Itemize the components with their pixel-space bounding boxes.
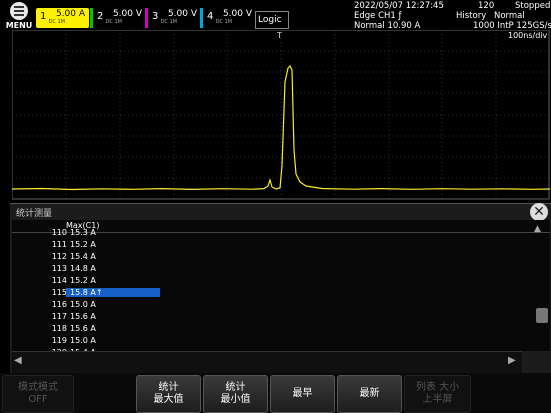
softkey-2[interactable]: 统计 最大值 bbox=[136, 375, 201, 413]
table-row[interactable]: 115 15.8 A↑ bbox=[12, 288, 510, 300]
menu-label: MENU bbox=[5, 21, 33, 30]
row-index: 118 bbox=[51, 324, 67, 333]
row-max-value: 15.6 A bbox=[70, 324, 96, 333]
softkey-6: 列表 大小 上半屏 bbox=[404, 375, 471, 413]
channel-3-coupling: DC 1M bbox=[160, 19, 177, 25]
menu-icon bbox=[10, 2, 28, 20]
run-state: Stopped bbox=[515, 1, 551, 11]
row-max-value: 15.4 A bbox=[70, 252, 96, 261]
waveform-display[interactable]: I T bbox=[12, 30, 550, 200]
horizontal-scrollbar[interactable] bbox=[12, 351, 522, 373]
graticule-border bbox=[12, 30, 550, 200]
trigger-position-marker[interactable]: T bbox=[276, 31, 282, 40]
softkey-line2: OFF bbox=[28, 394, 48, 405]
channel-1-scale: 5.00 A bbox=[55, 9, 85, 19]
row-max-value: 15.2 A bbox=[70, 240, 96, 249]
scroll-right-icon[interactable]: ▶ bbox=[508, 355, 516, 366]
table-row[interactable]: 118 15.6 A bbox=[12, 324, 510, 336]
statistics-title: 统计测量 bbox=[16, 209, 53, 219]
table-row[interactable]: 117 15.6 A bbox=[12, 312, 510, 324]
scroll-left-icon[interactable]: ◀ bbox=[14, 355, 22, 366]
row-max-value: 15.0 A bbox=[70, 336, 96, 345]
timebase-label: 100ns/div bbox=[508, 31, 548, 40]
trigger-mode: Normal bbox=[494, 11, 525, 21]
acquisition-count: 120 bbox=[478, 1, 495, 11]
table-row[interactable]: 112 15.4 A bbox=[12, 252, 510, 264]
row-index: 115 bbox=[51, 288, 67, 297]
datetime: 2022/05/07 12:27:45 bbox=[354, 1, 444, 11]
channel-2-coupling: DC 1M bbox=[105, 19, 122, 25]
channel-2-number: 2 bbox=[97, 11, 104, 22]
channel-3-scale: 5.00 V bbox=[167, 9, 197, 19]
row-max-value: 14.8 A bbox=[70, 264, 96, 273]
row-max-value: 15.6 A bbox=[70, 312, 96, 321]
row-index: 112 bbox=[51, 252, 67, 261]
softkey-line1: 模式模式 bbox=[18, 382, 58, 393]
vertical-scrollbar-thumb[interactable] bbox=[536, 308, 548, 323]
channel-2-scale: 5.00 V bbox=[112, 9, 142, 19]
row-index: 114 bbox=[51, 276, 67, 285]
table-row[interactable]: 111 15.2 A bbox=[12, 240, 510, 252]
channel-4-number: 4 bbox=[207, 11, 214, 22]
softkey-line1: 最新 bbox=[359, 388, 380, 399]
channel-4-coupling: DC 1M bbox=[215, 19, 232, 25]
row-max-value: 15.8 A↑ bbox=[66, 288, 160, 297]
table-row[interactable]: 116 15.0 A bbox=[12, 300, 510, 312]
table-row[interactable]: 114 15.2 A bbox=[12, 276, 510, 288]
channel-3-number: 3 bbox=[152, 11, 159, 22]
close-icon[interactable]: ✕ bbox=[530, 203, 548, 221]
channel-1-number: 1 bbox=[40, 11, 47, 22]
row-index: 111 bbox=[51, 240, 67, 249]
softkey-3[interactable]: 统计 最小值 bbox=[203, 375, 268, 413]
row-max-value: 15.3 A bbox=[70, 228, 96, 237]
row-index: 117 bbox=[51, 312, 67, 321]
row-index: 110 bbox=[51, 228, 67, 237]
channel-1-trace bbox=[12, 64, 550, 191]
scroll-up-icon[interactable]: ▲ bbox=[534, 224, 541, 234]
row-index: 116 bbox=[51, 300, 67, 309]
row-max-value: 15.2 A bbox=[70, 276, 96, 285]
softkey-5[interactable]: 最新 bbox=[337, 375, 402, 413]
channel-3-indicator[interactable]: 3 5.00 V DC 1M bbox=[145, 8, 201, 28]
row-max-value: 15.0 A bbox=[70, 300, 96, 309]
menu-button[interactable]: MENU bbox=[3, 2, 35, 31]
channel-4-scale: 5.00 V bbox=[222, 9, 252, 19]
softkey-line2: 最大值 bbox=[153, 394, 184, 405]
row-index: 113 bbox=[51, 264, 67, 273]
logic-button[interactable]: Logic bbox=[255, 11, 289, 29]
channel-1-coupling: DC 1M bbox=[48, 19, 65, 25]
trigger-type: Edge CH1 ƒ bbox=[354, 11, 402, 21]
channel-1-indicator[interactable]: 1 5.00 A DC 1M bbox=[36, 8, 89, 28]
softkey-line1: 统计 bbox=[225, 382, 246, 393]
history-mode: History bbox=[456, 11, 487, 21]
softkey-line2: 上半屏 bbox=[422, 394, 453, 405]
table-row[interactable]: 113 14.8 A bbox=[12, 264, 510, 276]
row-index: 119 bbox=[51, 336, 67, 345]
softkey-line2: 最小值 bbox=[220, 394, 251, 405]
table-row[interactable]: 110 15.3 A bbox=[12, 228, 510, 240]
softkey-1: 模式模式 OFF bbox=[2, 375, 74, 413]
softkey-line1: 统计 bbox=[158, 382, 179, 393]
channel-4-indicator[interactable]: 4 5.00 V DC 1M bbox=[200, 8, 256, 28]
softkey-4[interactable]: 最早 bbox=[270, 375, 335, 413]
table-row[interactable]: 119 15.0 A bbox=[12, 336, 510, 348]
softkey-line1: 最早 bbox=[292, 388, 313, 399]
channel-2-indicator[interactable]: 2 5.00 V DC 1M bbox=[90, 8, 146, 28]
softkey-line1: 列表 大小 bbox=[415, 382, 460, 393]
